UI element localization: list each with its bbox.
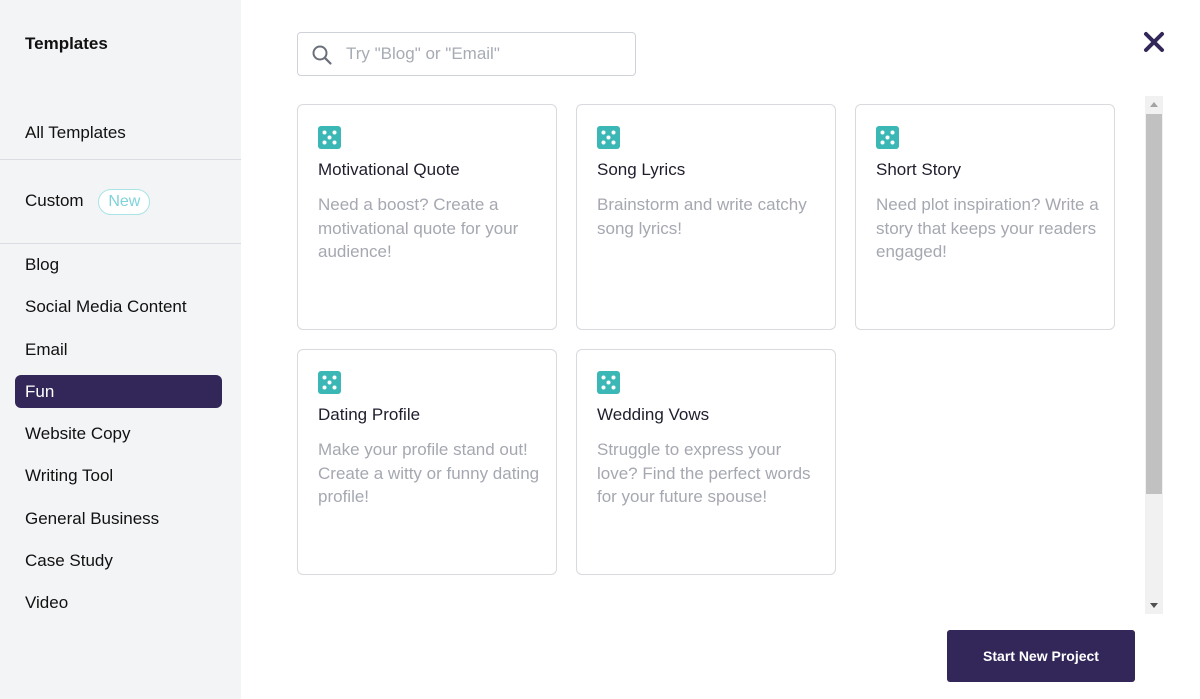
template-title: Short Story	[876, 160, 962, 179]
search-input[interactable]	[346, 33, 626, 75]
sidebar-item-email[interactable]: Email	[15, 333, 222, 366]
sidebar-item-fun[interactable]: Fun	[15, 375, 222, 408]
search-icon	[312, 45, 332, 65]
search-box[interactable]	[297, 32, 636, 76]
template-card-wedding-vows[interactable]: Wedding Vows Struggle to express your lo…	[576, 349, 836, 575]
sidebar-item-label: Social Media Content	[25, 297, 187, 316]
template-card-short-story[interactable]: Short Story Need plot inspiration? Write…	[855, 104, 1115, 330]
sidebar: Templates All Templates Custom New Blog …	[0, 0, 241, 699]
sidebar-item-label: All Templates	[25, 123, 126, 142]
sidebar-item-custom[interactable]: Custom New	[15, 184, 222, 217]
scrollbar-thumb[interactable]	[1146, 114, 1162, 494]
sidebar-item-website-copy[interactable]: Website Copy	[15, 417, 222, 450]
dice-icon	[318, 126, 341, 149]
template-description: Need a boost? Create a motivational quot…	[318, 195, 519, 261]
template-title: Song Lyrics	[597, 160, 686, 179]
new-badge: New	[98, 188, 151, 215]
sidebar-item-video[interactable]: Video	[15, 586, 222, 619]
scrollbar[interactable]	[1145, 96, 1163, 614]
sidebar-item-all-templates[interactable]: All Templates	[15, 116, 222, 149]
close-icon[interactable]	[1140, 28, 1168, 56]
sidebar-item-writing-tool[interactable]: Writing Tool	[15, 459, 222, 492]
template-title: Wedding Vows	[597, 405, 710, 424]
template-description: Brainstorm and write catchy song lyrics!	[597, 195, 807, 238]
template-card-song-lyrics[interactable]: Song Lyrics Brainstorm and write catchy …	[576, 104, 836, 330]
template-description: Make your profile stand out! Create a wi…	[318, 440, 540, 506]
sidebar-item-label: Email	[25, 340, 68, 359]
template-description: Need plot inspiration? Write a story tha…	[876, 195, 1099, 261]
start-new-project-button[interactable]: Start New Project	[947, 630, 1135, 682]
sidebar-item-label: Website Copy	[25, 424, 131, 443]
dice-icon	[876, 126, 899, 149]
sidebar-divider	[0, 159, 241, 160]
sidebar-item-label: Fun	[25, 382, 55, 401]
sidebar-item-social-media-content[interactable]: Social Media Content	[15, 290, 222, 323]
template-card-motivational-quote[interactable]: Motivational Quote Need a boost? Create …	[297, 104, 557, 330]
dice-icon	[318, 371, 341, 394]
sidebar-item-label: Writing Tool	[25, 466, 114, 485]
dice-icon	[597, 126, 620, 149]
template-title: Dating Profile	[318, 405, 421, 424]
sidebar-title: Templates	[25, 34, 108, 53]
sidebar-item-label: Video	[25, 593, 69, 612]
template-title: Motivational Quote	[318, 160, 460, 179]
sidebar-item-blog[interactable]: Blog	[15, 248, 222, 281]
template-card-dating-profile[interactable]: Dating Profile Make your profile stand o…	[297, 349, 557, 575]
sidebar-item-case-study[interactable]: Case Study	[15, 544, 222, 577]
sidebar-item-label: Blog	[25, 255, 60, 274]
sidebar-item-label: Custom	[25, 191, 84, 210]
template-description: Struggle to express your love? Find the …	[597, 440, 811, 506]
sidebar-item-label: General Business	[25, 509, 160, 528]
scroll-up-arrow-icon[interactable]	[1145, 96, 1163, 114]
scroll-down-arrow-icon[interactable]	[1145, 596, 1163, 614]
sidebar-item-general-business[interactable]: General Business	[15, 502, 222, 535]
sidebar-divider	[0, 243, 241, 244]
sidebar-item-label: Case Study	[25, 551, 113, 570]
dice-icon	[597, 371, 620, 394]
